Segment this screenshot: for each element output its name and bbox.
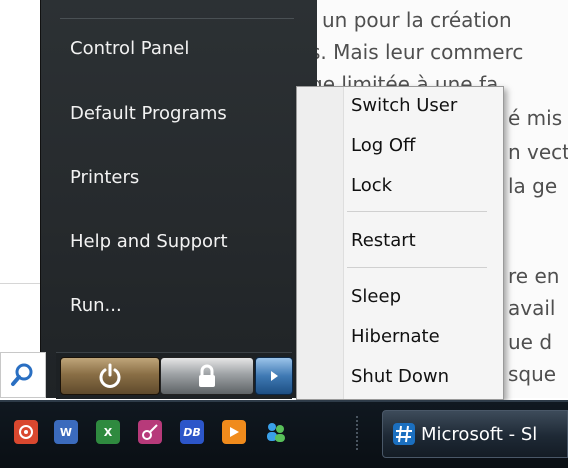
menu-gutter <box>297 87 344 399</box>
menu-item-restart[interactable]: Restart <box>351 230 416 251</box>
doc-line: s. Mais leur commerc <box>310 40 524 64</box>
arrow-right-icon <box>271 371 278 381</box>
menu-item-sleep[interactable]: Sleep <box>351 286 401 307</box>
menu-item-log-off[interactable]: Log Off <box>351 135 415 156</box>
vpn-icon[interactable] <box>138 420 162 444</box>
power-button[interactable] <box>60 357 160 395</box>
contacts-icon[interactable] <box>264 420 288 444</box>
media-icon[interactable] <box>14 420 38 444</box>
excel-icon[interactable]: X <box>96 420 120 444</box>
database-icon[interactable]: DB <box>180 420 204 444</box>
menu-item-shut-down[interactable]: Shut Down <box>351 366 449 387</box>
divider <box>60 18 294 19</box>
doc-line: ue d <box>508 330 553 354</box>
player-icon[interactable] <box>222 420 246 444</box>
search-box[interactable] <box>0 352 46 398</box>
search-icon <box>11 363 33 386</box>
menu-item-run[interactable]: Run... <box>70 295 122 316</box>
menu-separator <box>347 267 487 268</box>
menu-item-printers[interactable]: Printers <box>70 167 139 188</box>
doc-line: la ge <box>508 174 558 198</box>
screen: un pour la création s. Mais leur commerc… <box>0 0 568 468</box>
taskbar-window-label: Microsoft - Sl <box>421 423 538 445</box>
menu-item-lock[interactable]: Lock <box>351 175 392 196</box>
taskbar-divider <box>356 416 358 452</box>
doc-line: n vect <box>508 140 568 164</box>
lock-icon <box>199 364 215 387</box>
power-icon <box>99 363 121 388</box>
shutdown-menu: Switch User Log Off Lock Restart Sleep H… <box>296 86 504 400</box>
shutdown-options-button[interactable] <box>255 357 293 395</box>
lock-button[interactable] <box>160 357 254 395</box>
menu-item-default-programs[interactable]: Default Programs <box>70 103 227 124</box>
menu-item-control-panel[interactable]: Control Panel <box>70 38 189 59</box>
word-icon[interactable]: W <box>54 420 78 444</box>
doc-line: un pour la création <box>322 8 512 32</box>
menu-item-hibernate[interactable]: Hibernate <box>351 326 440 347</box>
doc-line: re en <box>508 264 560 288</box>
start-menu-left-pane <box>0 0 43 352</box>
hash-icon <box>393 423 415 445</box>
start-menu-right-pane <box>40 0 317 398</box>
doc-line: sque <box>508 362 557 386</box>
menu-separator <box>347 211 487 212</box>
menu-item-help-and-support[interactable]: Help and Support <box>70 231 228 252</box>
divider <box>0 283 40 284</box>
doc-line: avail <box>508 296 556 320</box>
taskbar-window-button[interactable]: Microsoft - Sl <box>382 410 568 458</box>
doc-line: é mis <box>508 106 563 130</box>
menu-item-switch-user[interactable]: Switch User <box>351 95 457 116</box>
